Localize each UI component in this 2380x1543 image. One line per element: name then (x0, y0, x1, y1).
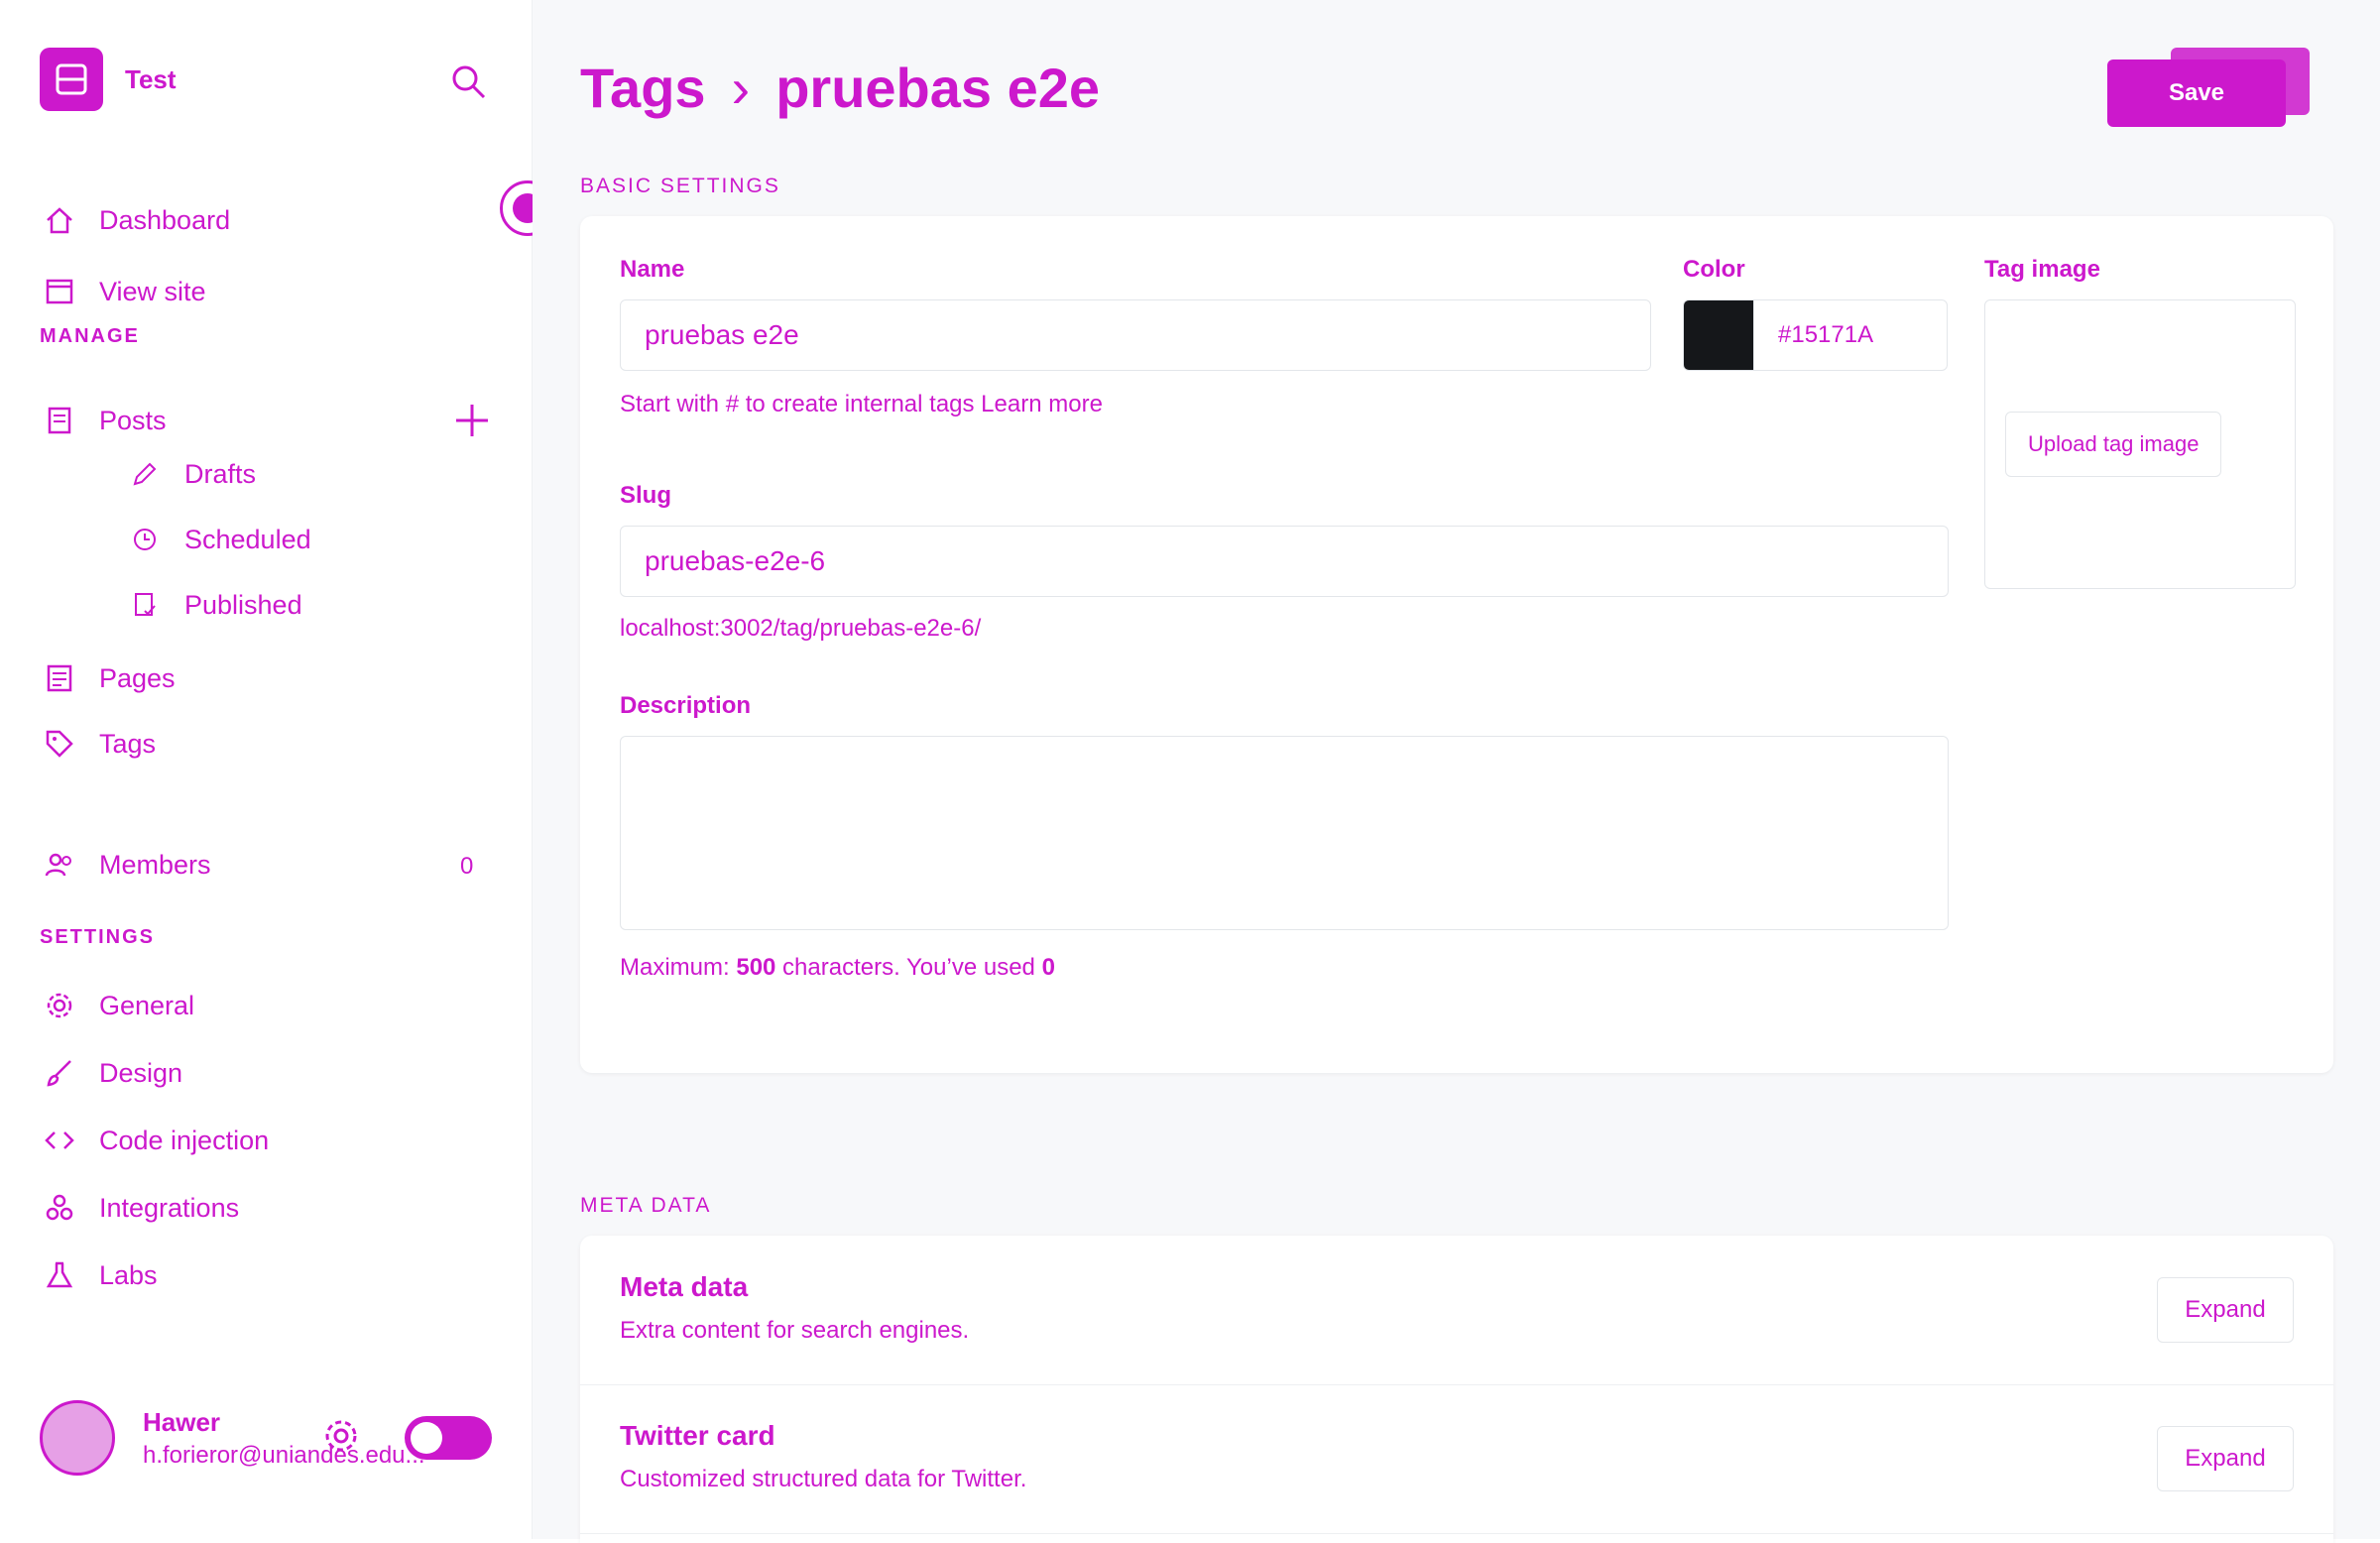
sidebar-item-label: Integrations (99, 1192, 240, 1223)
gear-icon[interactable] (321, 1416, 361, 1456)
sidebar-item-published[interactable]: Published (125, 583, 302, 627)
slug-url: localhost:3002/tag/pruebas-e2e-6/ (620, 615, 982, 642)
meta-data-heading: META DATA (580, 1194, 712, 1217)
sidebar-item-label: Code injection (99, 1125, 270, 1155)
sidebar: Test Dashboard View site MANAGE Posts Dr… (0, 0, 533, 1539)
browser-icon (40, 272, 79, 311)
sidebar-item-integrations[interactable]: Integrations (40, 1186, 239, 1230)
sidebar-item-label: Pages (99, 662, 176, 693)
hint-used: 0 (1041, 954, 1055, 981)
sidebar-item-label: Design (99, 1057, 183, 1088)
upload-tag-image-button[interactable]: Upload tag image (2005, 412, 2222, 477)
integrations-icon (40, 1188, 79, 1228)
main-content: Tags › pruebas e2e ✕ Save BASIC SETTINGS… (533, 0, 2380, 1543)
hint-max: 500 (736, 954, 776, 981)
meta-card: Meta data Extra content for search engin… (580, 1236, 2333, 1543)
sidebar-item-label: Labs (99, 1259, 158, 1290)
twitter-card-title: Twitter card (620, 1420, 775, 1451)
sidebar-item-pages[interactable]: Pages (40, 656, 176, 700)
tag-image-dropzone[interactable]: Upload tag image (1984, 299, 2296, 589)
hint-mid: characters. You’ve used (775, 954, 1042, 981)
name-hint: Start with # to create internal tags Lea… (620, 391, 1103, 417)
slug-label: Slug (620, 482, 671, 509)
sidebar-item-general[interactable]: General (40, 984, 194, 1027)
color-input[interactable]: #15171A (1753, 299, 1948, 371)
code-icon (40, 1121, 79, 1160)
members-count: 0 (460, 853, 474, 880)
site-brand[interactable]: Test (40, 48, 177, 111)
hint-prefix: Maximum: (620, 954, 737, 981)
sidebar-item-label: Scheduled (184, 524, 311, 554)
house-icon (40, 200, 79, 240)
site-logo (40, 48, 103, 111)
basic-settings-card: Name pruebas e2e Start with # to create … (580, 216, 2333, 1073)
add-post-icon[interactable] (452, 401, 492, 440)
tag-icon (40, 724, 79, 764)
night-mode-toggle[interactable] (405, 1416, 492, 1460)
expand-twitter-card-button[interactable]: Expand (2157, 1426, 2294, 1491)
color-swatch[interactable] (1683, 299, 1754, 371)
description-label: Description (620, 692, 752, 719)
sidebar-item-members[interactable]: Members (40, 843, 211, 887)
clock-icon (125, 520, 165, 559)
color-label: Color (1683, 256, 1745, 283)
sidebar-item-label: View site (99, 276, 206, 306)
sidebar-item-scheduled[interactable]: Scheduled (125, 518, 311, 561)
slug-input[interactable]: pruebas-e2e-6 (620, 526, 1949, 597)
published-icon (125, 585, 165, 625)
sidebar-item-label: Drafts (184, 458, 257, 489)
user-menu[interactable]: Hawer h.forieror@uniandes.edu... (40, 1400, 460, 1476)
tag-image-label: Tag image (1984, 256, 2100, 283)
meta-data-row: Meta data Extra content for search engin… (580, 1236, 2333, 1385)
sidebar-item-dashboard[interactable]: Dashboard (40, 198, 230, 242)
flask-icon (40, 1255, 79, 1295)
gear-icon (40, 986, 79, 1025)
sidebar-item-label: Published (184, 589, 302, 620)
search-icon[interactable] (448, 61, 488, 101)
sidebar-item-label: Tags (99, 728, 157, 759)
breadcrumb-tags-link[interactable]: Tags (580, 56, 706, 120)
settings-heading: SETTINGS (40, 926, 156, 948)
sidebar-item-design[interactable]: Design (40, 1051, 182, 1095)
sidebar-item-label: General (99, 990, 195, 1020)
breadcrumb-separator: › (731, 57, 751, 119)
brush-icon (40, 1053, 79, 1093)
name-label: Name (620, 256, 685, 283)
sidebar-item-label: Dashboard (99, 204, 231, 235)
posts-icon (40, 401, 79, 440)
avatar (40, 1400, 115, 1476)
sidebar-item-labs[interactable]: Labs (40, 1253, 158, 1297)
page-title: pruebas e2e (775, 57, 1101, 119)
pages-icon (40, 658, 79, 698)
sidebar-item-posts[interactable]: Posts (40, 399, 167, 442)
meta-data-title: Meta data (620, 1271, 749, 1302)
expand-meta-data-button[interactable]: Expand (2157, 1277, 2294, 1343)
manage-heading: MANAGE (40, 325, 140, 347)
description-textarea[interactable] (620, 736, 1949, 930)
sidebar-item-label: Posts (99, 405, 167, 435)
toggle-knob (411, 1422, 442, 1454)
sidebar-item-view-site[interactable]: View site (40, 270, 206, 313)
sidebar-item-label: Members (99, 849, 211, 880)
pencil-icon (125, 454, 165, 494)
meta-data-description: Extra content for search engines. (620, 1317, 970, 1344)
sidebar-item-code-injection[interactable]: Code injection (40, 1119, 269, 1162)
save-button[interactable]: Save (2107, 59, 2286, 127)
twitter-card-description: Customized structured data for Twitter. (620, 1466, 1027, 1492)
sidebar-item-tags[interactable]: Tags (40, 722, 156, 766)
name-input[interactable]: pruebas e2e (620, 299, 1651, 371)
members-icon (40, 845, 79, 885)
breadcrumb: Tags › pruebas e2e (580, 56, 1100, 120)
basic-settings-heading: BASIC SETTINGS (580, 175, 780, 197)
site-title: Test (125, 63, 177, 94)
twitter-card-row: Twitter card Customized structured data … (580, 1384, 2333, 1534)
description-hint: Maximum: 500 characters. You’ve used 0 (620, 954, 1055, 982)
sidebar-item-drafts[interactable]: Drafts (125, 452, 256, 496)
